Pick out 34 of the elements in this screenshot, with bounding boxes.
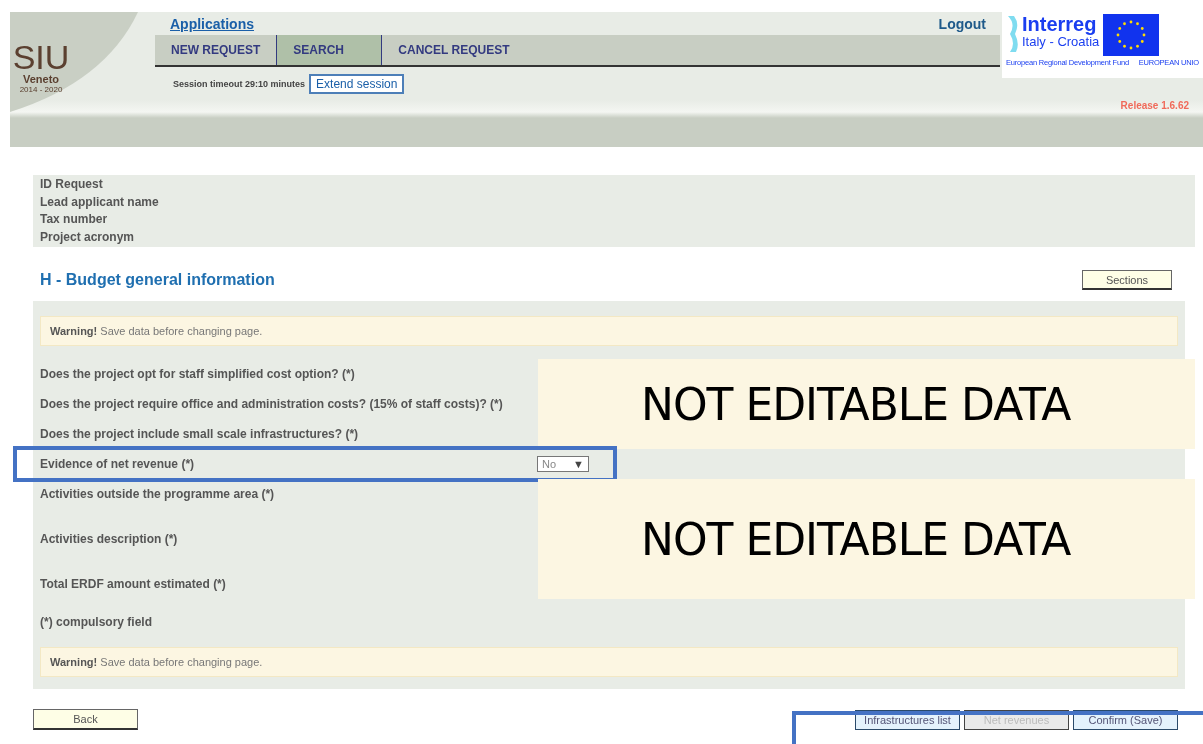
eu-flag-icon — [1103, 14, 1160, 56]
nav-tab[interactable]: CANCEL REQUEST — [382, 35, 526, 65]
logo-subtitle: Veneto — [22, 74, 60, 85]
warning-message: Warning! Save data before changing page. — [40, 647, 1178, 677]
not-editable-overlay: NOT EDITABLE DATA — [538, 359, 1195, 449]
field-label: Total ERDF amount estimated (*) — [40, 577, 227, 591]
back-button[interactable]: Back — [33, 709, 138, 730]
info-label: Tax number — [40, 211, 109, 228]
info-label: ID Request — [40, 176, 104, 193]
field-label: Does the project include small scale infrastructures? (*) — [40, 427, 360, 441]
field-label: Does the project require office and administration costs? (15% of staff costs)? (*) — [40, 397, 504, 411]
section-title: H - Budget general information — [40, 271, 275, 289]
logo-title: SIU — [12, 40, 70, 74]
info-label: Lead applicant name — [40, 193, 160, 211]
field-label: Evidence of net revenue (*) — [40, 457, 196, 471]
logo-region: Italy - Croatia — [1022, 34, 1100, 49]
session-timeout-text: Session timeout 29:10 minutes — [173, 79, 306, 89]
dropdown[interactable]: No ▼ — [537, 456, 589, 472]
sections-button[interactable]: Sections — [1082, 270, 1172, 290]
extend-session-button[interactable]: Extend session — [309, 74, 405, 94]
field-label: Activities outside the programme area (*) — [40, 487, 276, 501]
warning-message: Warning! Save data before changing page. — [40, 316, 1178, 346]
release-version: Release 1.6.62 — [1120, 100, 1189, 111]
field-label: Does the project opt for staff simplified cost option? (*) — [40, 367, 356, 381]
not-editable-overlay: NOT EDITABLE DATA — [538, 479, 1195, 599]
logout-link[interactable]: Logout — [938, 15, 986, 32]
wave-icon — [1006, 14, 1018, 54]
logo-years: 2014 - 2020 — [19, 85, 63, 94]
logo-name: Interreg — [1022, 14, 1098, 34]
applications-link[interactable]: Applications — [170, 15, 254, 32]
info-label: Project acronym — [40, 228, 136, 246]
field-label: Activities description (*) — [40, 532, 179, 546]
compulsory-note: (*) compulsory field — [40, 615, 153, 629]
nav-tab[interactable]: SEARCH — [277, 35, 383, 65]
